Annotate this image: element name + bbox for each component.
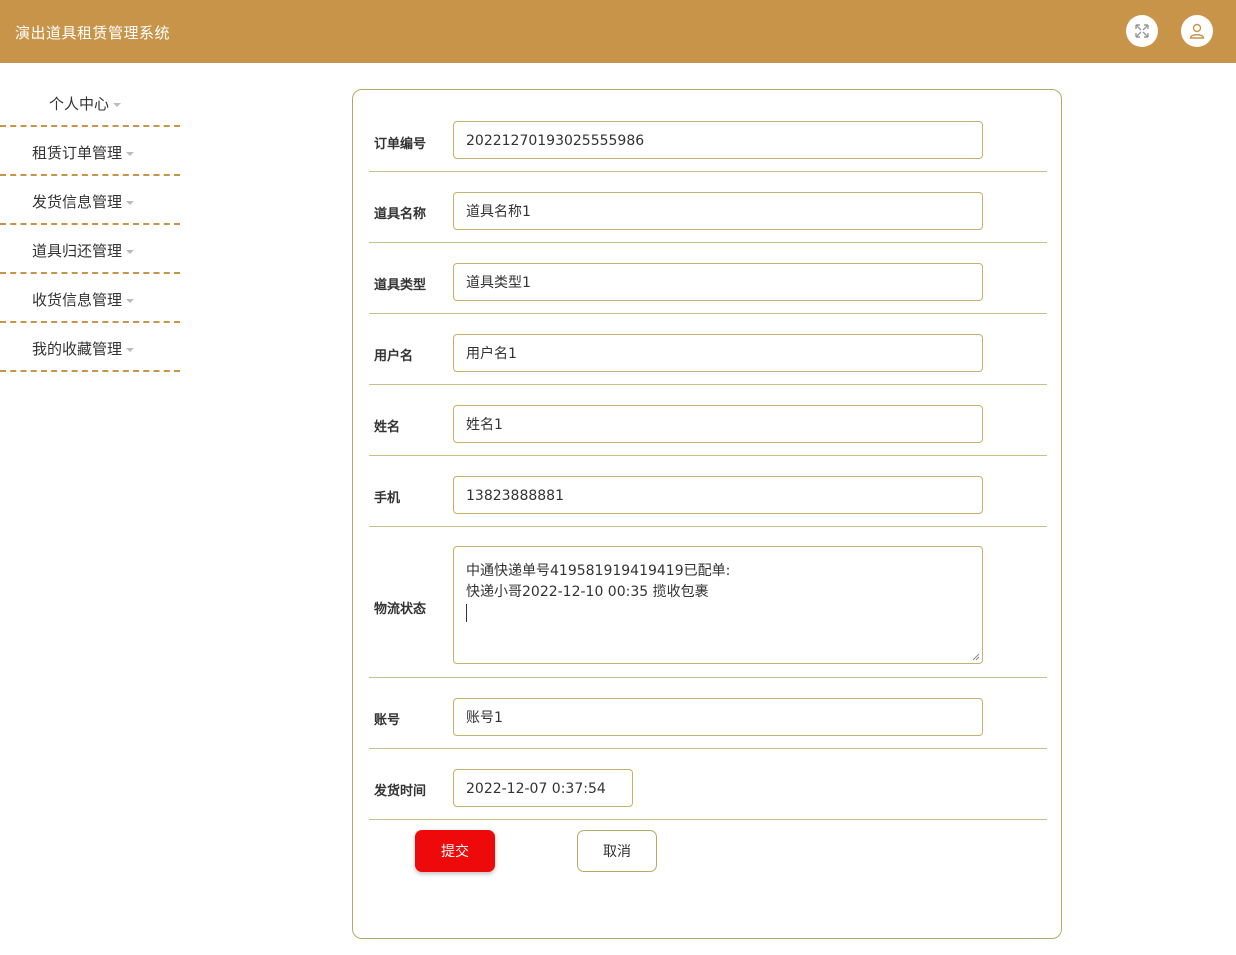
field-label: 发货时间	[374, 784, 427, 799]
field-label: 道具名称	[374, 207, 427, 222]
sidebar-item-label: 发货信息管理	[32, 193, 123, 211]
form-row-account: 账号 账号1	[369, 677, 1047, 749]
field-label: 订单编号	[374, 137, 427, 152]
sidebar-item-my-favorites[interactable]: 我的收藏管理	[0, 323, 180, 372]
form-row-phone: 手机 13823888881	[369, 455, 1047, 527]
submit-button[interactable]: 提交	[415, 830, 495, 872]
field-label: 账号	[374, 713, 401, 728]
chevron-down-icon	[126, 347, 135, 352]
field-label: 物流状态	[374, 602, 427, 617]
form-row-ship-time: 发货时间 2022-12-07 0:37:54	[369, 748, 1047, 820]
fullscreen-button[interactable]	[1126, 15, 1158, 47]
chevron-down-icon	[113, 102, 122, 107]
user-menu-button[interactable]	[1181, 15, 1213, 47]
logistics-status-text: 中通快递单号419581919419419已配单: 快递小哥2022-12-10…	[466, 563, 731, 600]
chevron-down-icon	[126, 151, 135, 156]
top-header: 演出道具租赁管理系统	[0, 0, 1236, 63]
account-field[interactable]: 账号1	[453, 698, 983, 736]
app-title: 演出道具租赁管理系统	[15, 24, 171, 42]
cancel-button[interactable]: 取消	[577, 830, 657, 872]
sidebar-item-label: 个人中心	[49, 95, 110, 113]
sidebar-item-label: 道具归还管理	[32, 242, 123, 260]
prop-type-field[interactable]: 道具类型1	[453, 263, 983, 301]
form-row-order-number: 订单编号 20221270193025555986	[369, 90, 1047, 172]
chevron-down-icon	[126, 249, 135, 254]
form-row-logistics-status: 物流状态 中通快递单号419581919419419已配单: 快递小哥2022-…	[369, 526, 1047, 678]
sidebar-item-shipping-info[interactable]: 发货信息管理	[0, 176, 180, 225]
logistics-status-textarea[interactable]: 中通快递单号419581919419419已配单: 快递小哥2022-12-10…	[453, 546, 983, 664]
sidebar: 个人中心 租赁订单管理 发货信息管理 道具归还管理 收货信息管理 我的收藏管理	[0, 80, 180, 372]
ship-time-field[interactable]: 2022-12-07 0:37:54	[453, 769, 633, 807]
username-field[interactable]: 用户名1	[453, 334, 983, 372]
sidebar-item-label: 我的收藏管理	[32, 340, 123, 358]
sidebar-item-personal-center[interactable]: 个人中心	[0, 80, 180, 127]
resize-handle-icon[interactable]	[972, 653, 980, 661]
form-row-prop-name: 道具名称 道具名称1	[369, 171, 1047, 243]
phone-field[interactable]: 13823888881	[453, 476, 983, 514]
shipping-detail-form: 订单编号 20221270193025555986 道具名称 道具名称1 道具类…	[352, 89, 1062, 939]
sidebar-item-label: 收货信息管理	[32, 291, 123, 309]
user-icon	[1189, 23, 1205, 39]
fullscreen-icon	[1135, 24, 1149, 38]
sidebar-item-receipt-info[interactable]: 收货信息管理	[0, 274, 180, 323]
order-number-field[interactable]: 20221270193025555986	[453, 121, 983, 159]
sidebar-item-label: 租赁订单管理	[32, 144, 123, 162]
text-cursor	[466, 604, 467, 622]
field-label: 姓名	[374, 420, 401, 435]
form-row-prop-type: 道具类型 道具类型1	[369, 242, 1047, 314]
field-label: 道具类型	[374, 278, 427, 293]
form-row-name: 姓名 姓名1	[369, 384, 1047, 456]
sidebar-item-rental-orders[interactable]: 租赁订单管理	[0, 127, 180, 176]
field-label: 用户名	[374, 349, 414, 364]
field-label: 手机	[374, 491, 401, 506]
name-field[interactable]: 姓名1	[453, 405, 983, 443]
prop-name-field[interactable]: 道具名称1	[453, 192, 983, 230]
chevron-down-icon	[126, 298, 135, 303]
chevron-down-icon	[126, 200, 135, 205]
form-row-username: 用户名 用户名1	[369, 313, 1047, 385]
sidebar-item-prop-return[interactable]: 道具归还管理	[0, 225, 180, 274]
